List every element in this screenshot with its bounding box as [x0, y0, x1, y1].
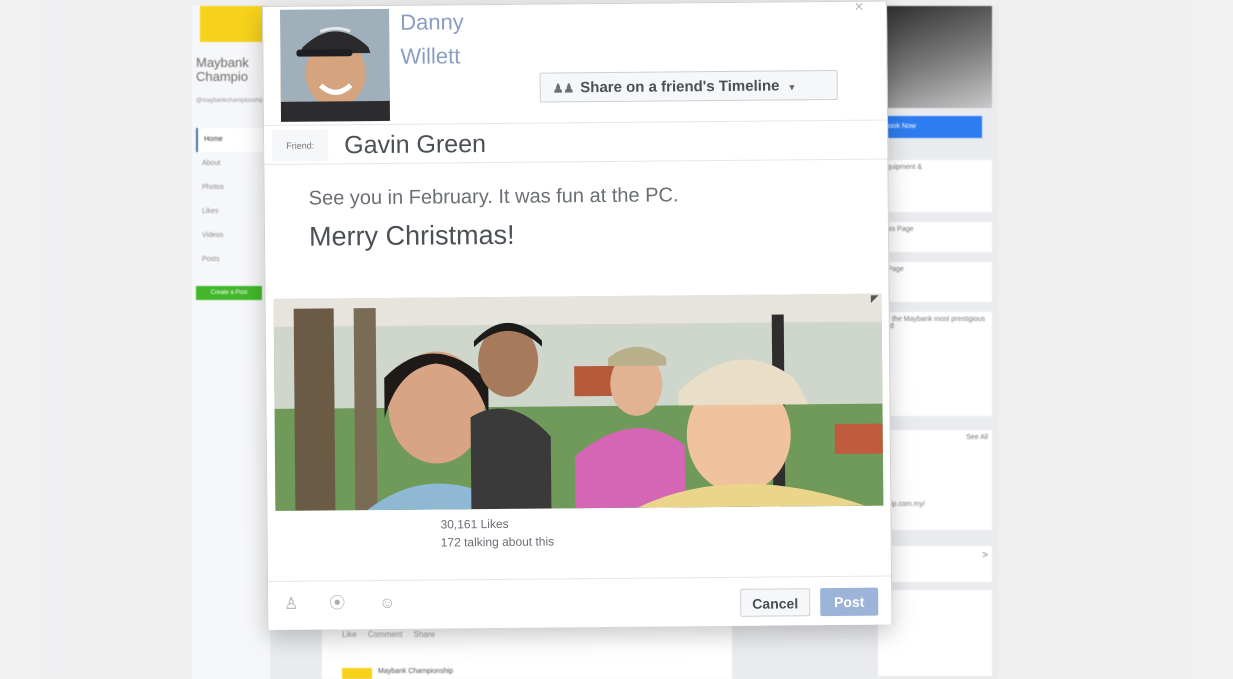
dialog-footer: ♙ ⦿ ☺ Cancel Post	[268, 575, 892, 630]
share-dialog: ✕ Danny Willett ♟♟ Share on a friend's Ti…	[262, 0, 893, 630]
see-all-link[interactable]: See All	[966, 434, 988, 441]
page-nav-about[interactable]: About	[196, 152, 266, 176]
page-nav: Home About Photos Likes Videos Posts	[196, 128, 266, 272]
message-line-1: See you in February. It was fun at the P…	[308, 184, 679, 210]
cover-photo	[878, 6, 992, 108]
right-card-equipment: Equipment &	[878, 160, 992, 212]
page-handle: @maybankchampionship	[196, 98, 264, 104]
page-logo	[200, 6, 268, 42]
page-nav-photos[interactable]: Photos	[196, 176, 266, 200]
create-post-button[interactable]: Create a Post	[196, 286, 262, 300]
right-card-see-all: See All iship.com.my/	[878, 430, 992, 530]
friend-field[interactable]: Friend: Gavin Green	[264, 119, 888, 165]
page-name: Maybank Champio	[196, 55, 249, 84]
likes-count: 30,161 Likes	[440, 516, 509, 532]
profile-last-name: Willett	[400, 43, 461, 69]
right-card-this-page: This Page	[878, 222, 992, 252]
website-link[interactable]: iship.com.my/	[882, 501, 988, 508]
post-author-name[interactable]: Maybank Championship	[378, 668, 453, 675]
corner-arrow-icon: ◤	[870, 293, 879, 305]
post-actions: Like Comment Share	[342, 630, 435, 639]
share-target-dropdown[interactable]: ♟♟ Share on a friend's Timeline ▼	[539, 69, 838, 103]
golfer-portrait-image	[280, 8, 391, 122]
friend-label: Friend:	[272, 129, 329, 162]
profile-name: Danny Willett	[400, 5, 464, 74]
post-button[interactable]: Post	[820, 587, 879, 617]
page-nav-likes[interactable]: Likes	[196, 200, 266, 224]
right-card-about: for the Maybank most prestigious and	[878, 312, 992, 416]
page-nav-posts[interactable]: Posts	[196, 248, 266, 272]
page-nav-videos[interactable]: Videos	[196, 224, 266, 248]
tag-friends-icon[interactable]: ♙	[282, 596, 300, 614]
message-textarea[interactable]: See you in February. It was fun at the P…	[309, 180, 870, 257]
right-card-page: s Page	[878, 262, 992, 302]
share-action[interactable]: Share	[414, 630, 435, 639]
chevron-down-icon: ▼	[787, 82, 797, 93]
book-now-button[interactable]: Book Now	[878, 116, 982, 138]
close-icon[interactable]: ✕	[854, 0, 864, 14]
next-post: Maybank Championship	[332, 656, 732, 679]
page-right-column: Book Now Equipment & This Page s Page fo…	[878, 6, 998, 679]
page-nav-home[interactable]: Home	[196, 128, 266, 152]
share-target-label: Share on a friend's Timeline	[580, 77, 780, 97]
location-pin-icon[interactable]: ⦿	[328, 595, 346, 613]
page-stats: 30,161 Likes 172 talking about this	[440, 514, 554, 551]
profile-first-name: Danny	[400, 9, 464, 35]
message-line-2: Merry Christmas!	[308, 219, 515, 252]
friend-name-input[interactable]: Gavin Green	[344, 128, 486, 161]
talking-about-count: 172 talking about this	[440, 534, 555, 550]
page-left-column: Maybank Champio @maybankchampionship Hom…	[192, 6, 270, 679]
profile-photo	[280, 8, 391, 122]
emoji-icon[interactable]: ☺	[378, 595, 396, 613]
screen-background: Maybank Champio @maybankchampionship Hom…	[0, 0, 1233, 679]
golf-cart-selfie-image	[273, 293, 884, 511]
comment-action[interactable]: Comment	[368, 630, 403, 639]
right-card-empty	[878, 590, 992, 676]
shared-video-thumbnail[interactable]	[273, 293, 884, 511]
post-author-logo	[342, 668, 372, 679]
like-action[interactable]: Like	[342, 630, 357, 639]
chevron-right-icon[interactable]: >	[878, 546, 992, 582]
friends-icon: ♟♟	[552, 81, 575, 96]
cancel-button[interactable]: Cancel	[740, 588, 811, 617]
